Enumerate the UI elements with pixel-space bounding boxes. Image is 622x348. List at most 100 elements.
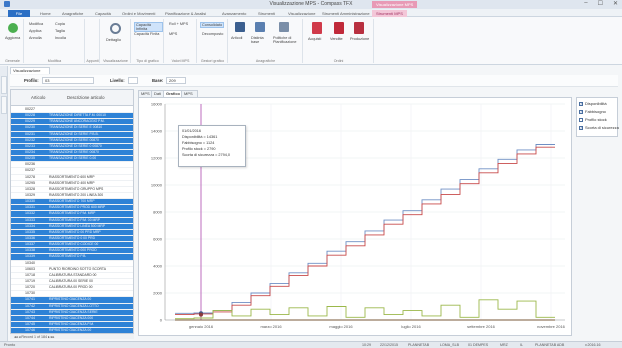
status-code: MRZ: [500, 343, 508, 347]
modifica-button[interactable]: Modifica: [29, 22, 43, 26]
tab-ordini[interactable]: Ordini e Movimenti: [122, 10, 155, 17]
article-description: TRANSAZIONE DI SERIE 0 00870: [49, 143, 102, 148]
chart-legend: Disponibilità Fabbisogno Profilo stock S…: [576, 97, 619, 137]
article-code: 10328: [25, 186, 35, 191]
tab-strumenti[interactable]: Strumenti: [258, 10, 275, 17]
vendite-icon: [334, 22, 344, 34]
capacita-infinita-button[interactable]: Capacità Infinita: [134, 22, 163, 32]
aggiorna-button[interactable]: Aggiorna: [5, 36, 20, 40]
acquisti-button[interactable]: Acquisti: [308, 37, 321, 41]
tab-mps-totale[interactable]: MPS Totale: [181, 90, 198, 102]
ribbon-group-ordini: Acquisti Vendite Produzione Ordini: [304, 19, 374, 63]
article-code: 10333: [25, 217, 35, 222]
base-select[interactable]: 209: [166, 77, 186, 84]
roll-mps-button[interactable]: Roll + MPS: [169, 22, 188, 26]
article-code: 10331: [25, 205, 35, 210]
y-tick-label: 4000: [153, 264, 163, 269]
acquisti-icon: [312, 22, 322, 34]
article-description: TRANSAZIONE DIRETTA F.M. 00010: [49, 113, 106, 118]
article-description: CALIBRATURA 00 SERIE 00: [49, 278, 93, 283]
search-icon: [110, 23, 121, 34]
article-description: RIPRISTINO GIACENZA 00: [49, 297, 92, 302]
legend-label: Profilo stock: [585, 117, 607, 122]
group-label: Ordini: [333, 59, 344, 63]
article-code: 10332: [25, 211, 35, 216]
profilo-select[interactable]: 03: [42, 77, 94, 84]
capacita-finita-button[interactable]: Capacità Finita: [134, 32, 159, 36]
applica-button[interactable]: Applica: [29, 29, 41, 33]
dettaglio-button[interactable]: Dettaglio: [106, 38, 121, 42]
legend-item-profilo-stock[interactable]: Profilo stock: [579, 117, 607, 123]
status-text: Pronto: [4, 343, 16, 347]
status-company: 01 DEMPES: [468, 343, 489, 347]
y-tick-label: 2000: [153, 291, 163, 296]
livello-select[interactable]: [128, 77, 138, 84]
article-code: 00237: [25, 168, 35, 173]
legend-item-scorta-sicurezza[interactable]: Scorta di sicurezza: [579, 125, 619, 131]
tab-anagrafiche[interactable]: Anagrafiche: [62, 10, 83, 17]
column-header-descrizione[interactable]: Descrizione articolo: [67, 95, 105, 100]
group-label: Valori MPS: [171, 59, 190, 63]
annulla-button[interactable]: Annulla: [29, 36, 42, 40]
produzione-icon: [354, 22, 364, 34]
ribbon-group-modifica: Modifica Applica Annulla Copia Taglia In…: [25, 19, 85, 63]
tab-pianificazione[interactable]: Pianificazione & Analisi: [165, 10, 206, 17]
y-tick-label: 16000: [151, 102, 163, 107]
tab-grafico[interactable]: Grafico: [163, 90, 184, 97]
tab-file[interactable]: File: [8, 10, 30, 17]
grid-navigator[interactable]: ◂◂ ◂ Record 1 of 184 ▸ ▸▸: [10, 333, 134, 339]
sidebar-tab-filtri[interactable]: [1, 96, 7, 114]
minimize-icon[interactable]: –: [584, 0, 587, 9]
copia-button[interactable]: Copia: [55, 22, 65, 26]
distinta-base-button[interactable]: Distinta base: [251, 36, 269, 44]
article-code: 10329: [25, 192, 35, 197]
tab-home[interactable]: Home: [40, 10, 51, 17]
tab-strumenti-amministrazione[interactable]: Strumenti Amministrazione: [322, 10, 370, 17]
tab-avanzamento[interactable]: Avanzamento: [222, 10, 246, 17]
tab-visualizzazione[interactable]: Visualizzazione: [288, 10, 316, 17]
maximize-icon[interactable]: ☐: [598, 0, 603, 9]
tab-strumenti-mps[interactable]: Strumenti MPS: [372, 10, 407, 17]
politiche-button[interactable]: Politiche di Pianificazione: [273, 36, 301, 44]
article-description: RIASSORTIMENTO LINEA 500 MRP: [49, 223, 106, 228]
article-description: RIASSORTIMENTO 700 MRP: [49, 199, 95, 204]
checkbox-icon[interactable]: [579, 125, 583, 131]
sidebar-tab-anagrafica[interactable]: [1, 76, 7, 94]
articoli-button[interactable]: Articoli: [231, 36, 242, 40]
article-description: RIASSORTIMENTO PROD 600 MRP: [49, 205, 106, 210]
distinta-base-icon: [255, 22, 265, 32]
checkbox-icon[interactable]: [579, 109, 583, 115]
tab-capacita[interactable]: Capacità: [95, 10, 111, 17]
status-user: PLANNETAB: [408, 343, 430, 347]
article-code: 10336: [25, 235, 35, 240]
vendite-button[interactable]: Vendite: [330, 37, 343, 41]
group-label: Generale: [5, 59, 20, 63]
close-icon[interactable]: ✕: [613, 0, 618, 9]
taglia-button[interactable]: Taglia: [55, 29, 65, 33]
article-code: 10339: [25, 254, 35, 259]
grid-header: Articolo Descrizione articolo: [11, 90, 133, 106]
ribbon-group-visualizzazione: Dettaglio Visualizzazione: [101, 19, 131, 63]
checkbox-icon[interactable]: [579, 118, 583, 122]
article-description: TRANSAZIONE ANCORAGGIO P.M.: [49, 119, 105, 124]
document-tab[interactable]: Visualizzazione MPS ×: [10, 67, 50, 79]
column-header-articolo[interactable]: Articolo: [31, 95, 45, 100]
article-code: 10340: [25, 260, 35, 265]
x-tick-label: gennaio 2016: [189, 324, 214, 329]
title-bar: Visualizzazione MPS - Compass TFX Visual…: [0, 0, 622, 9]
legend-item-fabbisogno[interactable]: Fabbisogno: [579, 109, 606, 115]
legend-label: Disponibilità: [585, 101, 607, 106]
article-description: CALIBRATURA 00 PROD 00: [49, 285, 93, 290]
legend-item-disponibilita[interactable]: Disponibilità: [579, 101, 607, 107]
status-db: LOMA_SLB: [440, 343, 459, 347]
incolla-button[interactable]: Incolla: [55, 36, 66, 40]
profilo-label: Profilo:: [24, 78, 39, 83]
produzione-button[interactable]: Produzione: [350, 37, 369, 41]
mps-button[interactable]: MPS: [169, 32, 177, 36]
checkbox-icon[interactable]: [579, 101, 583, 107]
ribbon-group-generale: Aggiorna Generale: [2, 19, 24, 63]
decomposto-button[interactable]: Decomposto: [202, 32, 223, 36]
x-tick-label: marzo 2016: [260, 324, 282, 329]
consolidato-button[interactable]: Consolidato: [200, 22, 225, 28]
article-description: RIASSORTIMENTO P.M. MRP: [49, 211, 96, 216]
